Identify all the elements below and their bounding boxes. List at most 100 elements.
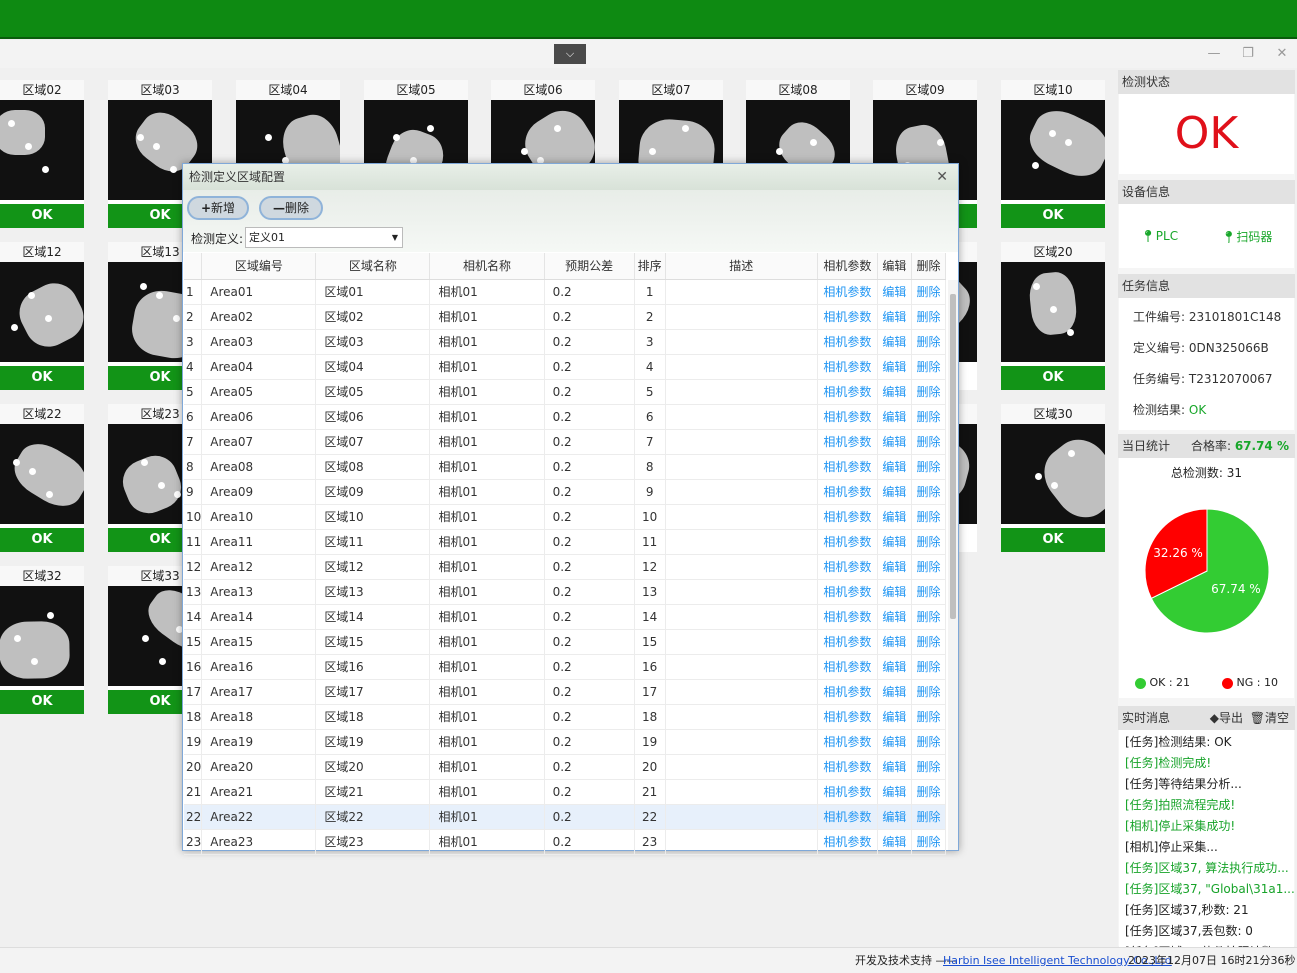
table-row[interactable]: 22 Area22 区域22 相机01 0.2 22 相机参数 编辑 删除 (184, 804, 947, 830)
edit-link[interactable]: 编辑 (877, 304, 912, 330)
delete-link[interactable]: 删除 (911, 729, 947, 755)
delete-link[interactable]: 删除 (911, 354, 947, 380)
edit-link[interactable]: 编辑 (877, 404, 912, 430)
camera-params-link[interactable]: 相机参数 (817, 829, 878, 855)
delete-link[interactable]: 删除 (911, 804, 947, 830)
delete-link[interactable]: 删除 (911, 604, 947, 630)
edit-link[interactable]: 编辑 (877, 379, 912, 405)
table-row[interactable]: 12 Area12 区域12 相机01 0.2 12 相机参数 编辑 删除 (184, 554, 947, 580)
dialog-close-icon[interactable]: ✕ (936, 164, 948, 190)
col-header[interactable]: 删除 (911, 253, 947, 280)
table-scrollbar[interactable] (948, 280, 958, 850)
add-button[interactable]: +新增 (187, 196, 249, 220)
table-row[interactable]: 19 Area19 区域19 相机01 0.2 19 相机参数 编辑 删除 (184, 729, 947, 755)
table-row[interactable]: 13 Area13 区域13 相机01 0.2 13 相机参数 编辑 删除 (184, 579, 947, 605)
delete-button[interactable]: —删除 (259, 196, 323, 220)
edit-link[interactable]: 编辑 (877, 654, 912, 680)
table-row[interactable]: 20 Area20 区域20 相机01 0.2 20 相机参数 编辑 删除 (184, 754, 947, 780)
table-row[interactable]: 1 Area01 区域01 相机01 0.2 1 相机参数 编辑 删除 (184, 279, 947, 305)
camera-params-link[interactable]: 相机参数 (817, 404, 878, 430)
clear-button[interactable]: 🗑︎清空 (1250, 706, 1289, 730)
camera-params-link[interactable]: 相机参数 (817, 779, 878, 805)
col-header[interactable]: 区域编号 (201, 253, 317, 280)
camera-params-link[interactable]: 相机参数 (817, 604, 878, 630)
edit-link[interactable]: 编辑 (877, 579, 912, 605)
table-row[interactable]: 7 Area07 区域07 相机01 0.2 7 相机参数 编辑 删除 (184, 429, 947, 455)
edit-link[interactable]: 编辑 (877, 804, 912, 830)
edit-link[interactable]: 编辑 (877, 279, 912, 305)
definition-select[interactable]: 定义01 ▼ (245, 227, 403, 248)
delete-link[interactable]: 删除 (911, 454, 947, 480)
delete-link[interactable]: 删除 (911, 379, 947, 405)
delete-link[interactable]: 删除 (911, 554, 947, 580)
edit-link[interactable]: 编辑 (877, 504, 912, 530)
scrollbar-thumb[interactable] (950, 294, 956, 619)
edit-link[interactable]: 编辑 (877, 754, 912, 780)
delete-link[interactable]: 删除 (911, 279, 947, 305)
edit-link[interactable]: 编辑 (877, 329, 912, 355)
camera-params-link[interactable]: 相机参数 (817, 279, 878, 305)
region-tile[interactable]: 区域22 OK (0, 404, 84, 552)
edit-link[interactable]: 编辑 (877, 429, 912, 455)
edit-link[interactable]: 编辑 (877, 454, 912, 480)
table-row[interactable]: 18 Area18 区域18 相机01 0.2 18 相机参数 编辑 删除 (184, 704, 947, 730)
camera-params-link[interactable]: 相机参数 (817, 729, 878, 755)
edit-link[interactable]: 编辑 (877, 629, 912, 655)
col-header[interactable]: 描述 (665, 253, 818, 280)
edit-link[interactable]: 编辑 (877, 779, 912, 805)
close-icon[interactable]: ✕ (1272, 44, 1292, 64)
camera-params-link[interactable]: 相机参数 (817, 629, 878, 655)
camera-params-link[interactable]: 相机参数 (817, 429, 878, 455)
edit-link[interactable]: 编辑 (877, 729, 912, 755)
delete-link[interactable]: 删除 (911, 779, 947, 805)
table-row[interactable]: 23 Area23 区域23 相机01 0.2 23 相机参数 编辑 删除 (184, 829, 947, 855)
delete-link[interactable]: 删除 (911, 754, 947, 780)
camera-params-link[interactable]: 相机参数 (817, 504, 878, 530)
delete-link[interactable]: 删除 (911, 529, 947, 555)
table-row[interactable]: 3 Area03 区域03 相机01 0.2 3 相机参数 编辑 删除 (184, 329, 947, 355)
delete-link[interactable]: 删除 (911, 479, 947, 505)
edit-link[interactable]: 编辑 (877, 354, 912, 380)
table-row[interactable]: 4 Area04 区域04 相机01 0.2 4 相机参数 编辑 删除 (184, 354, 947, 380)
edit-link[interactable]: 编辑 (877, 704, 912, 730)
table-row[interactable]: 5 Area05 区域05 相机01 0.2 5 相机参数 编辑 删除 (184, 379, 947, 405)
col-header[interactable]: 编辑 (877, 253, 912, 280)
delete-link[interactable]: 删除 (911, 304, 947, 330)
edit-link[interactable]: 编辑 (877, 479, 912, 505)
camera-params-link[interactable]: 相机参数 (817, 454, 878, 480)
scanner-indicator[interactable]: 📍︎扫码器 (1221, 228, 1272, 245)
edit-link[interactable]: 编辑 (877, 829, 912, 855)
table-row[interactable]: 14 Area14 区域14 相机01 0.2 14 相机参数 编辑 删除 (184, 604, 947, 630)
region-tile[interactable]: 区域20 OK (1001, 242, 1105, 390)
camera-params-link[interactable]: 相机参数 (817, 529, 878, 555)
col-header[interactable]: 相机名称 (429, 253, 545, 280)
table-row[interactable]: 8 Area08 区域08 相机01 0.2 8 相机参数 编辑 删除 (184, 454, 947, 480)
delete-link[interactable]: 删除 (911, 829, 947, 855)
chevron-down-icon[interactable]: ⌵ (554, 44, 586, 64)
export-button[interactable]: ◆导出 (1210, 706, 1243, 730)
table-row[interactable]: 17 Area17 区域17 相机01 0.2 17 相机参数 编辑 删除 (184, 679, 947, 705)
camera-params-link[interactable]: 相机参数 (817, 354, 878, 380)
camera-params-link[interactable]: 相机参数 (817, 704, 878, 730)
camera-params-link[interactable]: 相机参数 (817, 754, 878, 780)
edit-link[interactable]: 编辑 (877, 679, 912, 705)
camera-params-link[interactable]: 相机参数 (817, 379, 878, 405)
camera-params-link[interactable]: 相机参数 (817, 329, 878, 355)
table-row[interactable]: 2 Area02 区域02 相机01 0.2 2 相机参数 编辑 删除 (184, 304, 947, 330)
edit-link[interactable]: 编辑 (877, 554, 912, 580)
col-header[interactable]: 排序 (634, 253, 666, 280)
delete-link[interactable]: 删除 (911, 629, 947, 655)
camera-params-link[interactable]: 相机参数 (817, 304, 878, 330)
camera-params-link[interactable]: 相机参数 (817, 804, 878, 830)
table-row[interactable]: 15 Area15 区域15 相机01 0.2 15 相机参数 编辑 删除 (184, 629, 947, 655)
table-row[interactable]: 11 Area11 区域11 相机01 0.2 11 相机参数 编辑 删除 (184, 529, 947, 555)
camera-params-link[interactable]: 相机参数 (817, 579, 878, 605)
delete-link[interactable]: 删除 (911, 329, 947, 355)
region-tile[interactable]: 区域12 OK (0, 242, 84, 390)
camera-params-link[interactable]: 相机参数 (817, 554, 878, 580)
col-header[interactable]: 相机参数 (817, 253, 878, 280)
edit-link[interactable]: 编辑 (877, 529, 912, 555)
table-row[interactable]: 10 Area10 区域10 相机01 0.2 10 相机参数 编辑 删除 (184, 504, 947, 530)
table-row[interactable]: 6 Area06 区域06 相机01 0.2 6 相机参数 编辑 删除 (184, 404, 947, 430)
delete-link[interactable]: 删除 (911, 704, 947, 730)
